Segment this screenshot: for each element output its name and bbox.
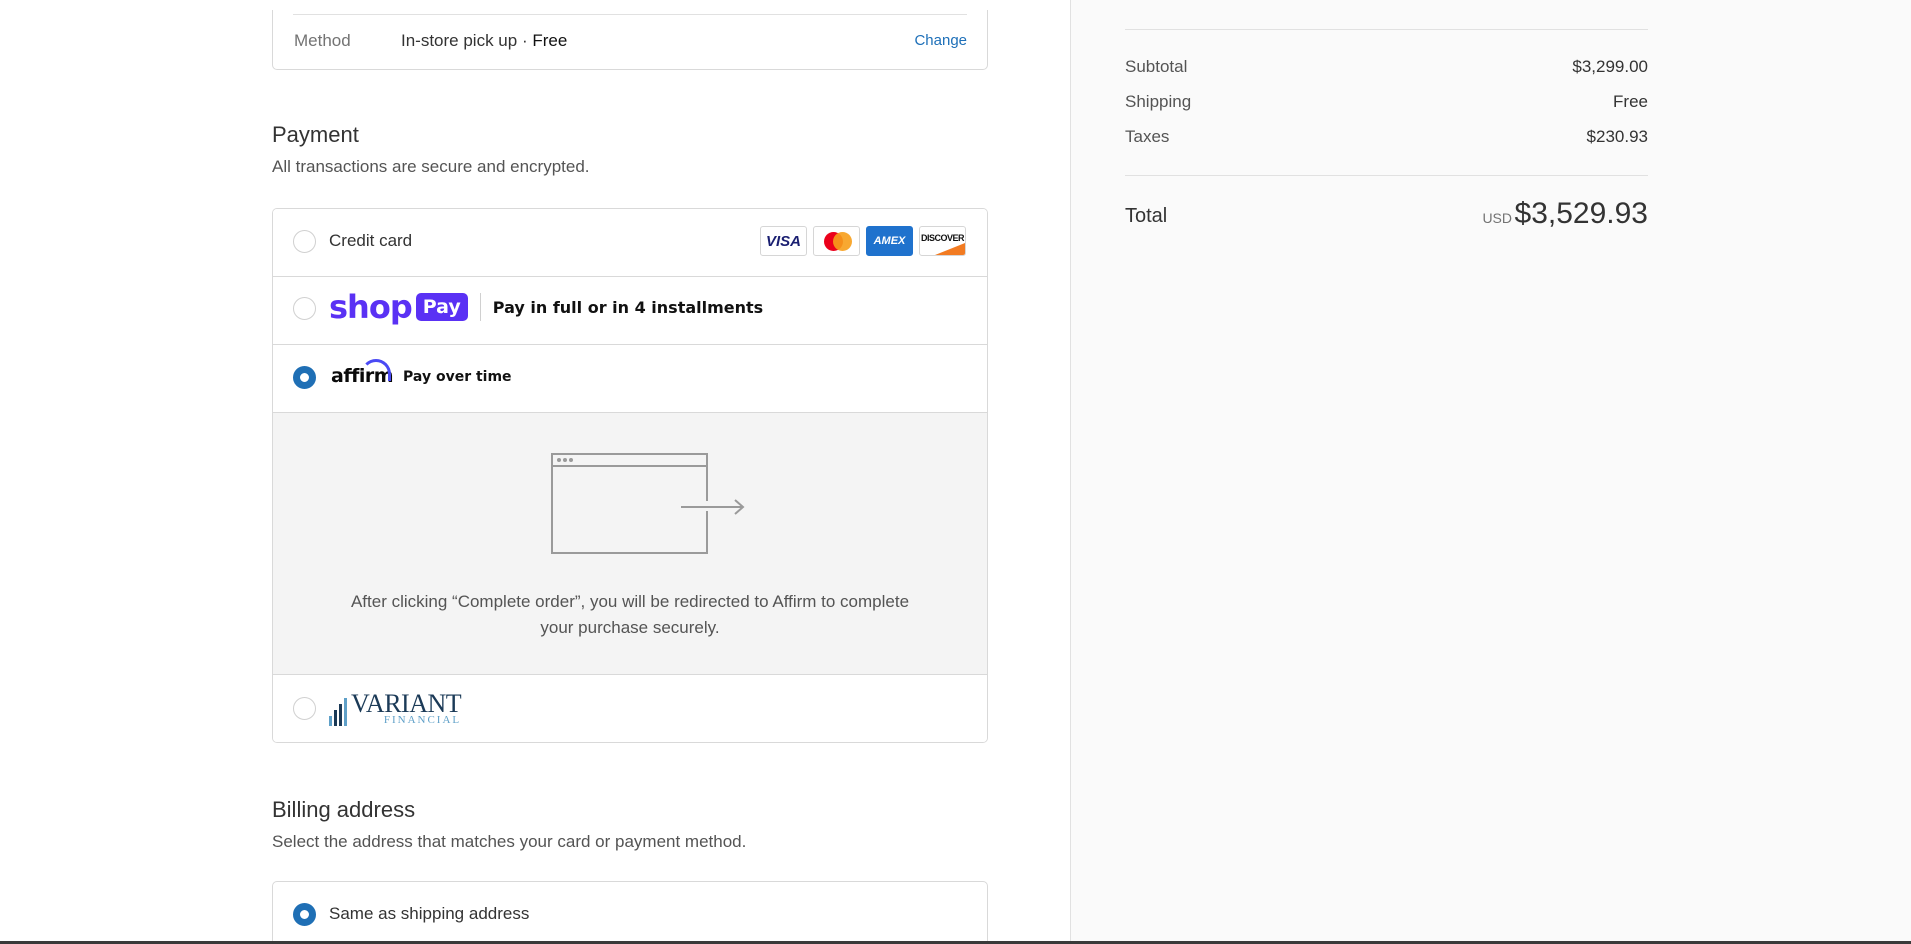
discover-icon: DISCOVER bbox=[919, 226, 966, 256]
variant-financial-radio[interactable] bbox=[293, 697, 316, 720]
affirm-redirect-panel: After clicking “Complete order”, you wil… bbox=[273, 413, 987, 675]
payment-option-affirm[interactable]: affirm Pay over time bbox=[273, 345, 987, 413]
payment-option-shop-pay[interactable]: shop Pay Pay in full or in 4 installment… bbox=[273, 277, 987, 345]
change-method-link[interactable]: Change bbox=[914, 32, 967, 49]
affirm-radio[interactable] bbox=[293, 366, 316, 389]
affirm-redirect-message: After clicking “Complete order”, you wil… bbox=[350, 592, 910, 637]
amex-icon: AMEX bbox=[866, 226, 913, 256]
method-value: In-store pick up · Free bbox=[401, 31, 568, 50]
divider bbox=[1125, 29, 1648, 30]
shipping-value: Free bbox=[1613, 92, 1648, 111]
total-label: Total bbox=[1125, 205, 1168, 227]
affirm-wordmark: affirm bbox=[331, 359, 394, 387]
payment-option-variant-financial[interactable]: VARIANT FINANCIAL bbox=[273, 675, 987, 742]
shipping-row: Shipping Free bbox=[1125, 92, 1648, 112]
taxes-label: Taxes bbox=[1125, 127, 1170, 146]
payment-option-credit-card[interactable]: Credit card VISA AMEX DISCOVER bbox=[273, 209, 987, 277]
divider bbox=[293, 14, 967, 15]
divider bbox=[479, 293, 481, 321]
shop-pay-wordmark: shop bbox=[329, 288, 413, 326]
variant-subtitle: FINANCIAL bbox=[383, 714, 462, 726]
same-address-radio[interactable] bbox=[293, 903, 316, 926]
taxes-row: Taxes $230.93 bbox=[1125, 127, 1648, 147]
card-brands: VISA AMEX DISCOVER bbox=[760, 226, 966, 256]
method-label: Method bbox=[294, 31, 351, 50]
checkout-main: Method In-store pick up · Free Change Pa… bbox=[0, 0, 1070, 944]
shipping-method-summary: Method In-store pick up · Free Change bbox=[272, 10, 988, 70]
variant-financial-logo: VARIANT FINANCIAL bbox=[329, 691, 462, 726]
variant-bars-icon bbox=[329, 698, 347, 726]
mastercard-icon bbox=[813, 226, 860, 256]
affirm-tagline: Pay over time bbox=[403, 369, 512, 385]
subtotal-value: $3,299.00 bbox=[1572, 57, 1648, 76]
total-value: $3,529.93 bbox=[1514, 197, 1648, 230]
method-price: Free bbox=[532, 31, 568, 50]
payment-title: Payment bbox=[272, 122, 359, 147]
visa-icon: VISA bbox=[760, 226, 807, 256]
shop-pay-badge: Pay bbox=[415, 293, 468, 321]
billing-options: Same as shipping address bbox=[272, 881, 988, 944]
same-address-label[interactable]: Same as shipping address bbox=[329, 904, 529, 924]
subtotal-label: Subtotal bbox=[1125, 57, 1188, 76]
billing-subtitle: Select the address that matches your car… bbox=[272, 832, 747, 851]
credit-card-label: Credit card bbox=[329, 231, 413, 250]
subtotal-row: Subtotal $3,299.00 bbox=[1125, 57, 1648, 77]
credit-card-radio[interactable] bbox=[293, 230, 316, 253]
browser-redirect-icon bbox=[551, 453, 711, 554]
shipping-label: Shipping bbox=[1125, 92, 1192, 111]
billing-title: Billing address bbox=[272, 797, 416, 822]
arrow-right-icon bbox=[693, 499, 745, 515]
taxes-value: $230.93 bbox=[1586, 127, 1648, 146]
total-currency: USD bbox=[1482, 210, 1512, 226]
divider bbox=[1125, 175, 1648, 176]
payment-subtitle: All transactions are secure and encrypte… bbox=[272, 157, 590, 176]
shop-pay-logo: shop Pay Pay in full or in 4 installment… bbox=[329, 291, 763, 323]
shop-pay-tagline: Pay in full or in 4 installments bbox=[492, 297, 764, 317]
affirm-logo: affirm Pay over time bbox=[331, 359, 512, 387]
payment-methods: Credit card VISA AMEX DISCOVER shop Pay … bbox=[272, 208, 988, 743]
shop-pay-radio[interactable] bbox=[293, 297, 316, 320]
